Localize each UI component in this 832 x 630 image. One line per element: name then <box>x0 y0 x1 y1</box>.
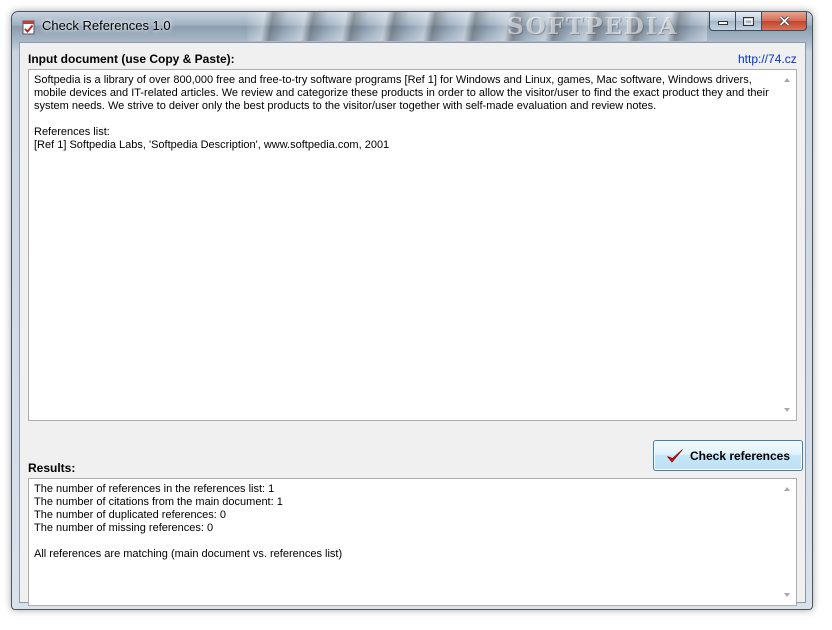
minimize-button[interactable] <box>709 12 736 31</box>
minimize-icon <box>717 21 728 25</box>
results-text: The number of references in the referenc… <box>34 483 343 560</box>
maximize-button[interactable] <box>736 12 762 31</box>
scroll-up-arrow-icon[interactable] <box>784 487 790 491</box>
input-document-textarea[interactable]: Softpedia is a library of over 800,000 f… <box>28 69 797 421</box>
results-textarea[interactable]: The number of references in the referenc… <box>28 478 797 606</box>
scroll-down-arrow-icon[interactable] <box>784 593 790 597</box>
check-references-button[interactable]: Check references <box>653 440 803 471</box>
checkmark-icon <box>667 448 683 463</box>
input-scrollbar[interactable] <box>779 70 796 420</box>
input-document-label: Input document (use Copy & Paste): <box>28 52 235 66</box>
softpedia-watermark: SOFTPEDIA <box>507 13 679 40</box>
website-link[interactable]: http://74.cz <box>738 52 797 66</box>
client-area: Input document (use Copy & Paste): http:… <box>19 42 806 606</box>
window-title: Check References 1.0 <box>42 18 171 33</box>
scroll-up-arrow-icon[interactable] <box>784 78 790 82</box>
scroll-down-arrow-icon[interactable] <box>784 408 790 412</box>
close-icon <box>778 16 790 26</box>
results-scrollbar[interactable] <box>779 479 796 605</box>
results-label: Results: <box>28 461 76 475</box>
maximize-icon <box>743 16 754 26</box>
caption-buttons <box>709 12 807 31</box>
title-bar[interactable]: SOFTPEDIA Check References 1.0 <box>12 12 812 41</box>
input-document-text: Softpedia is a library of over 800,000 f… <box>34 74 769 151</box>
check-references-label: Check references <box>689 448 791 463</box>
close-button[interactable] <box>762 12 807 31</box>
app-icon[interactable] <box>22 19 36 35</box>
app-window: SOFTPEDIA Check References 1.0 Input doc… <box>11 11 813 610</box>
